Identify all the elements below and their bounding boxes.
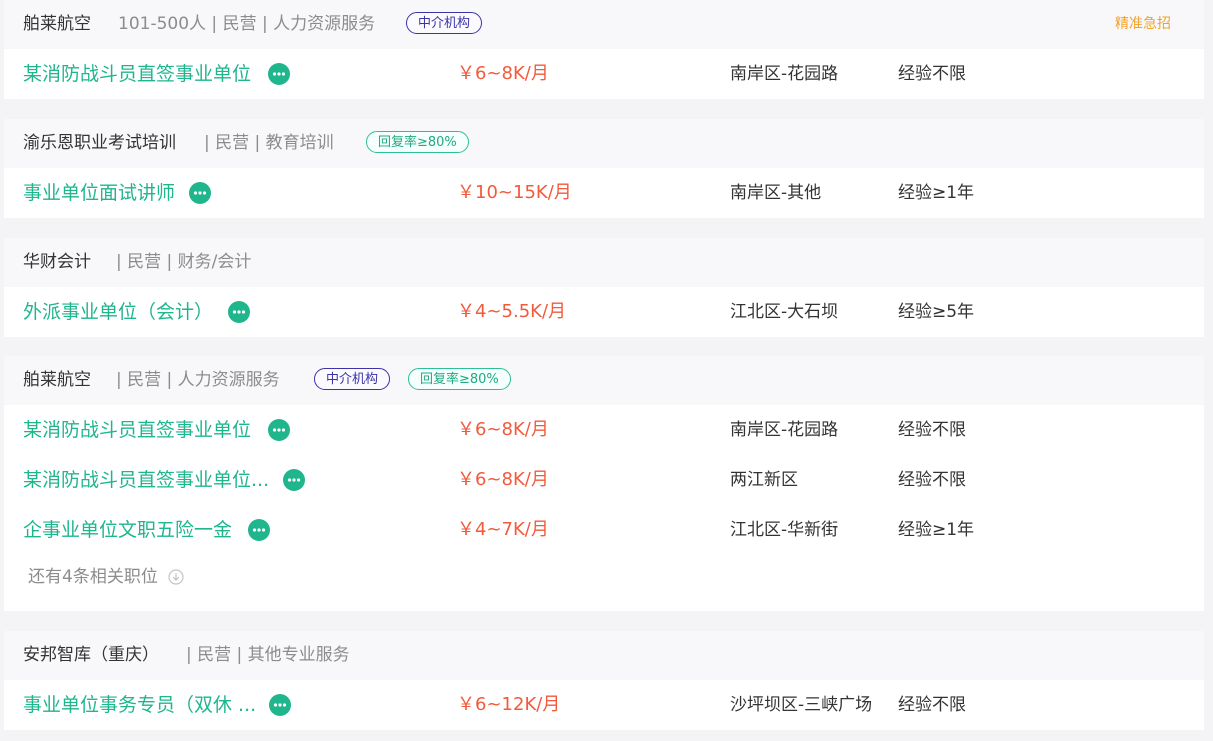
company-card: 华财会计 | 民营 | 财务/会计 外派事业单位（会计） ￥4~5.5K/月 江… bbox=[4, 238, 1204, 337]
chat-bubble-icon[interactable] bbox=[228, 301, 250, 323]
company-card: 舶莱航空 101-500人 | 民营 | 人力资源服务 中介机构 精准急招 某消… bbox=[4, 0, 1204, 99]
location: 南岸区-花园路 bbox=[730, 420, 839, 440]
agency-tag: 中介机构 bbox=[406, 12, 483, 34]
chat-bubble-icon[interactable] bbox=[248, 519, 270, 541]
salary: ￥6~8K/月 bbox=[457, 419, 549, 440]
salary: ￥6~8K/月 bbox=[457, 63, 549, 84]
chat-bubble-icon[interactable] bbox=[268, 419, 290, 441]
job-row[interactable]: 某消防战斗员直签事业单位... ￥6~8K/月 两江新区 经验不限 bbox=[4, 455, 1204, 505]
job-title-link[interactable]: 某消防战斗员直签事业单位 bbox=[23, 405, 251, 455]
location: 沙坪坝区-三峡广场 bbox=[730, 695, 873, 715]
company-name[interactable]: 舶莱航空 bbox=[23, 0, 91, 49]
company-name[interactable]: 舶莱航空 bbox=[23, 356, 91, 405]
company-header: 渝乐恩职业考试培训 | 民营 | 教育培训 回复率≥80% bbox=[4, 119, 1204, 168]
chat-bubble-icon[interactable] bbox=[283, 469, 305, 491]
location: 两江新区 bbox=[730, 470, 798, 490]
company-header: 安邦智库（重庆） | 民营 | 其他专业服务 bbox=[4, 631, 1204, 680]
location: 江北区-华新街 bbox=[730, 520, 839, 540]
company-meta: 101-500人 | 民营 | 人力资源服务 bbox=[118, 14, 376, 34]
job-row[interactable]: 事业单位事务专员（双休 ... ￥6~12K/月 沙坪坝区-三峡广场 经验不限 bbox=[4, 680, 1204, 730]
job-row[interactable]: 某消防战斗员直签事业单位 ￥6~8K/月 南岸区-花园路 经验不限 bbox=[4, 405, 1204, 455]
experience: 经验不限 bbox=[898, 695, 966, 715]
job-title-link[interactable]: 事业单位面试讲师 bbox=[23, 168, 175, 218]
salary: ￥4~7K/月 bbox=[457, 519, 549, 540]
company-meta: | 民营 | 财务/会计 bbox=[116, 252, 252, 272]
job-title-link[interactable]: 外派事业单位（会计） bbox=[23, 287, 213, 337]
company-header: 舶莱航空 | 民营 | 人力资源服务 中介机构 回复率≥80% bbox=[4, 356, 1204, 405]
experience: 经验≥1年 bbox=[898, 183, 975, 203]
job-title-link[interactable]: 某消防战斗员直签事业单位 bbox=[23, 49, 251, 99]
company-meta: | 民营 | 其他专业服务 bbox=[186, 645, 350, 665]
company-meta: | 民营 | 教育培训 bbox=[204, 133, 334, 153]
job-row[interactable]: 企事业单位文职五险一金 ￥4~7K/月 江北区-华新街 经验≥1年 bbox=[4, 505, 1204, 555]
company-card: 舶莱航空 | 民营 | 人力资源服务 中介机构 回复率≥80% 某消防战斗员直签… bbox=[4, 356, 1204, 611]
experience: 经验≥1年 bbox=[898, 520, 975, 540]
company-name[interactable]: 华财会计 bbox=[23, 238, 91, 287]
company-card: 渝乐恩职业考试培训 | 民营 | 教育培训 回复率≥80% 事业单位面试讲师 ￥… bbox=[4, 119, 1204, 218]
chat-bubble-icon[interactable] bbox=[189, 182, 211, 204]
company-card: 安邦智库（重庆） | 民营 | 其他专业服务 事业单位事务专员（双休 ... ￥… bbox=[4, 631, 1204, 730]
agency-tag: 中介机构 bbox=[314, 368, 391, 390]
experience: 经验不限 bbox=[898, 470, 966, 490]
chat-bubble-icon[interactable] bbox=[268, 63, 290, 85]
salary: ￥10~15K/月 bbox=[457, 182, 572, 203]
company-header: 华财会计 | 民营 | 财务/会计 bbox=[4, 238, 1204, 287]
company-header: 舶莱航空 101-500人 | 民营 | 人力资源服务 中介机构 精准急招 bbox=[4, 0, 1204, 49]
salary: ￥6~12K/月 bbox=[457, 694, 561, 715]
job-row[interactable]: 外派事业单位（会计） ￥4~5.5K/月 江北区-大石坝 经验≥5年 bbox=[4, 287, 1204, 337]
more-jobs-link[interactable]: 还有4条相关职位 bbox=[28, 555, 158, 599]
job-title-link[interactable]: 企事业单位文职五险一金 bbox=[23, 505, 232, 555]
more-jobs-row: 还有4条相关职位 bbox=[4, 555, 1204, 612]
circle-down-arrow-icon[interactable] bbox=[168, 569, 184, 585]
experience: 经验≥5年 bbox=[898, 302, 975, 322]
job-title-link[interactable]: 事业单位事务专员（双休 ... bbox=[23, 680, 256, 730]
job-row[interactable]: 某消防战斗员直签事业单位 ￥6~8K/月 南岸区-花园路 经验不限 bbox=[4, 49, 1204, 99]
company-meta: | 民营 | 人力资源服务 bbox=[116, 370, 280, 390]
chat-bubble-icon[interactable] bbox=[269, 694, 291, 716]
salary: ￥4~5.5K/月 bbox=[457, 301, 567, 322]
company-name[interactable]: 渝乐恩职业考试培训 bbox=[23, 119, 176, 168]
location: 南岸区-花园路 bbox=[730, 64, 839, 84]
location: 江北区-大石坝 bbox=[730, 302, 839, 322]
company-name[interactable]: 安邦智库（重庆） bbox=[23, 631, 159, 680]
location: 南岸区-其他 bbox=[730, 183, 822, 203]
job-title-link[interactable]: 某消防战斗员直签事业单位... bbox=[23, 455, 269, 505]
experience: 经验不限 bbox=[898, 64, 966, 84]
job-row[interactable]: 事业单位面试讲师 ￥10~15K/月 南岸区-其他 经验≥1年 bbox=[4, 168, 1204, 218]
salary: ￥6~8K/月 bbox=[457, 469, 549, 490]
reply-rate-tag: 回复率≥80% bbox=[408, 368, 511, 390]
reply-rate-tag: 回复率≥80% bbox=[366, 131, 469, 153]
experience: 经验不限 bbox=[898, 420, 966, 440]
urgent-hiring-label: 精准急招 bbox=[1115, 16, 1171, 32]
